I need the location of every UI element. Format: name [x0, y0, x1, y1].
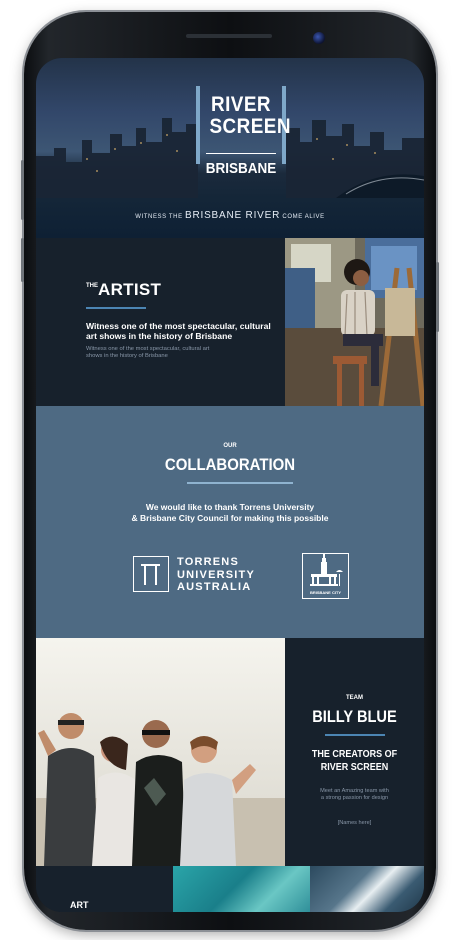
brisbane-city-logo: BRISBANE CITY [302, 553, 349, 599]
art-section: ART [36, 866, 424, 912]
artist-painting-image [285, 238, 424, 406]
hero-title-city: BRISBANE [205, 160, 277, 177]
hero-title-line1: RIVER [210, 93, 272, 116]
team-sub-line1: THE CREATORS OF [311, 749, 398, 760]
ocean-image-1 [173, 866, 310, 912]
torrens-wordmark: TORRENS UNIVERSITY AUSTRALIA [177, 556, 255, 594]
hero-tagline: WITNESS THE BRISBANE RIVER COME ALIVE [36, 210, 424, 221]
front-camera [313, 32, 325, 44]
artist-lead-text: Witness one of the most spectacular, cul… [86, 321, 271, 341]
collab-text-line1: We would like to thank Torrens Universit… [145, 502, 315, 512]
volume-button [21, 160, 24, 220]
hero-title-line2: SCREEN [209, 115, 291, 138]
hero-left-bar [196, 86, 200, 164]
screen: RIVER SCREEN BRISBANE WITNESS THE BRISBA… [36, 58, 424, 912]
artist-body-text: Witness one of the most spectacular, cul… [86, 346, 210, 359]
torrens-line3: AUSTRALIA [177, 581, 252, 593]
ocean-image-2 [310, 866, 424, 912]
team-divider [325, 734, 385, 736]
artist-divider [86, 307, 146, 309]
tagline-highlight: BRISBANE RIVER [185, 210, 281, 221]
torrens-t-icon [133, 556, 169, 592]
team-subheading: THE CREATORS OF RIVER SCREEN [292, 748, 417, 774]
city-hall-icon [310, 554, 343, 586]
artist-section: THEARTIST Witness one of the most specta… [36, 238, 424, 406]
team-body-line1: Meet an Amazing team with [320, 788, 389, 794]
artist-heading: THEARTIST [86, 280, 161, 300]
hero-title: RIVER SCREEN [206, 93, 291, 138]
collab-kicker: OUR [223, 443, 237, 449]
team-section: TEAM BILLY BLUE THE CREATORS OF RIVER SC… [285, 638, 424, 866]
collab-text: We would like to thank Torrens Universit… [36, 502, 424, 524]
tagline-post: COME ALIVE [282, 214, 325, 220]
power-button [436, 262, 439, 332]
team-body-text: Meet an Amazing team with a strong passi… [285, 788, 424, 802]
phone-frame: RIVER SCREEN BRISBANE WITNESS THE BRISBA… [21, 12, 439, 930]
hero-divider [206, 153, 276, 154]
team-sub-line2: RIVER SCREEN [320, 762, 389, 773]
collab-divider [187, 482, 293, 484]
torrens-university-logo: TORRENS UNIVERSITY AUSTRALIA [133, 556, 273, 596]
torrens-line2: UNIVERSITY [177, 568, 256, 581]
team-names-placeholder: [Names here] [337, 820, 372, 826]
team-photo-image [36, 638, 285, 866]
artist-heading-prefix: THE [86, 283, 98, 289]
earpiece [186, 34, 272, 38]
team-kicker: TEAM [346, 695, 363, 701]
collab-heading: COLLABORATION [164, 455, 296, 474]
artist-heading-text: ARTIST [98, 280, 162, 299]
collaboration-section: OUR COLLABORATION We would like to thank… [36, 406, 424, 638]
collab-text-line2: & Brisbane City Council for making this … [131, 513, 329, 523]
bixby-button [21, 238, 24, 282]
bcc-label: BRISBANE CITY [309, 590, 342, 595]
torrens-line1: TORRENS [177, 556, 239, 568]
tagline-pre: WITNESS THE [135, 214, 183, 220]
team-body-line2: a strong passion for design [320, 795, 389, 801]
team-heading: BILLY BLUE [312, 707, 397, 726]
art-heading: ART [70, 900, 89, 910]
hero-section: RIVER SCREEN BRISBANE WITNESS THE BRISBA… [36, 58, 424, 238]
